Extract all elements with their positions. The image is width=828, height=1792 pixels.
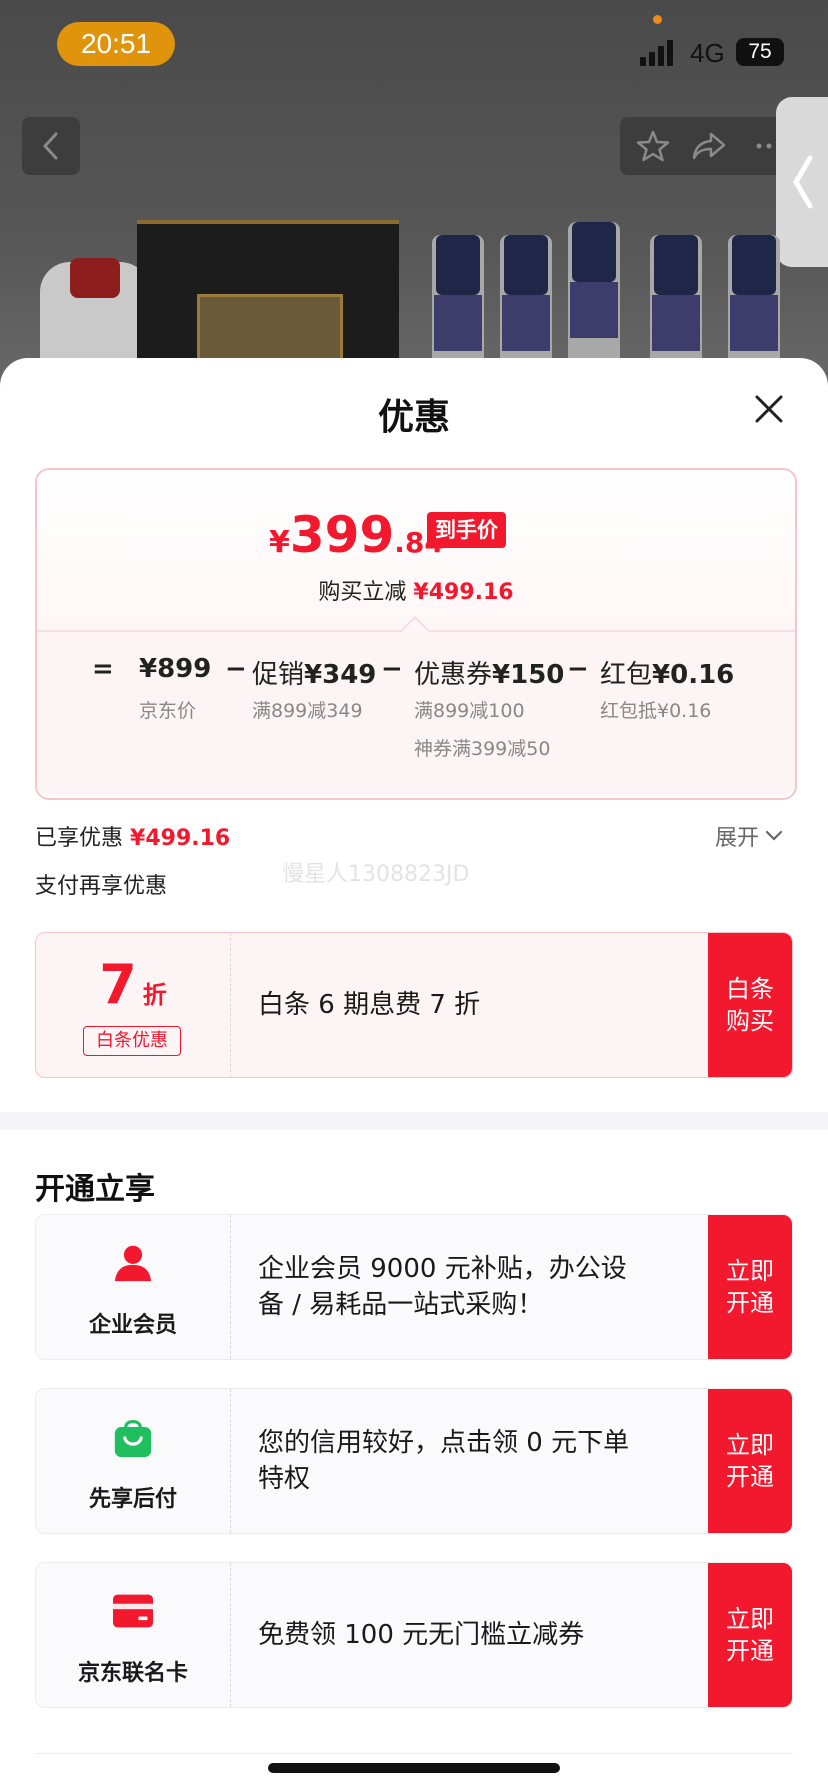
discount-value: 7折 xyxy=(99,953,167,1016)
enterprise-member-card[interactable]: 企业会员 企业会员 9000 元补贴，办公设备 / 易耗品一站式采购！ 立即开通 xyxy=(35,1214,793,1360)
final-price: ¥ 399 .84 xyxy=(269,506,444,564)
minus-sign: − xyxy=(567,654,589,684)
battery-indicator: 75 xyxy=(736,38,784,66)
reduce-amount: ¥499.16 xyxy=(413,580,514,605)
enjoyed-value: ¥499.16 xyxy=(130,826,231,851)
section-separator xyxy=(0,1112,828,1130)
watermark: 慢星人1308823JD xyxy=(282,862,470,887)
expand-label: 展开 xyxy=(715,826,760,851)
price-breakdown: = ¥899 京东价 − 促销¥349 满899减349 − 优惠券¥150 满… xyxy=(37,632,795,796)
open-now-button[interactable]: 立即开通 xyxy=(708,1215,792,1359)
offer-description: 您的信用较好，点击领 0 元下单特权 xyxy=(258,1428,630,1494)
offer-left: 京东联名卡 xyxy=(36,1563,231,1707)
final-price-integer: 399 xyxy=(289,506,395,564)
minus-sign: − xyxy=(381,654,403,684)
reduce-label: 购买立减 xyxy=(318,580,407,605)
divider xyxy=(35,1753,793,1754)
open-section-title: 开通立享 xyxy=(35,1172,155,1207)
offer-description: 企业会员 9000 元补贴，办公设备 / 易耗品一站式采购！ xyxy=(258,1254,627,1320)
offer-left: 先享后付 xyxy=(36,1389,231,1533)
person-icon xyxy=(113,1241,153,1285)
enjoyed-label: 已享优惠 xyxy=(35,826,124,851)
baitiao-offer-card[interactable]: 7折 白条优惠 白条 6 期息费 7 折 白条购买 xyxy=(35,932,793,1078)
enjoyed-discount: 已享优惠 ¥499.16 xyxy=(35,820,230,852)
final-price-tag: 到手价 xyxy=(427,512,506,548)
open-now-button[interactable]: 立即开通 xyxy=(708,1563,792,1707)
price-summary-card: ¥ 399 .84 到手价 购买立减 ¥499.16 = ¥899 京东价 − … xyxy=(35,468,797,800)
sheet-title: 优惠 xyxy=(377,397,450,438)
final-price-symbol: ¥ xyxy=(269,525,290,560)
privacy-indicator-dot xyxy=(653,15,662,24)
open-now-button[interactable]: 立即开通 xyxy=(708,1389,792,1533)
offer-name: 企业会员 xyxy=(88,1313,177,1338)
expand-toggle[interactable]: 展开 xyxy=(715,820,783,852)
pay-later-card[interactable]: 先享后付 您的信用较好，点击领 0 元下单特权 立即开通 xyxy=(35,1388,793,1534)
coupon-condition-extra: 神券满399减50 xyxy=(414,738,551,760)
offer-name: 先享后付 xyxy=(88,1487,177,1512)
side-drawer-handle[interactable] xyxy=(776,97,828,267)
signal-icon xyxy=(640,38,680,66)
jd-cobrand-card[interactable]: 京东联名卡 免费领 100 元无门槛立减券 立即开通 xyxy=(35,1562,793,1708)
discount-sheet: 优惠 ¥ 399 .84 到手价 购买立减 ¥499.16 = ¥899 京东价… xyxy=(0,358,828,1792)
jd-price-value: ¥899 xyxy=(139,654,212,684)
shopping-bag-icon xyxy=(113,1415,153,1459)
network-type: 4G xyxy=(690,38,725,68)
coupon-breakdown: 优惠券¥150 xyxy=(414,660,565,690)
chevron-left-icon xyxy=(793,155,813,209)
offer-left: 企业会员 xyxy=(36,1215,231,1359)
share-button[interactable] xyxy=(690,127,728,165)
chevron-down-icon xyxy=(765,830,783,841)
chevron-left-icon xyxy=(42,132,58,160)
promo-condition: 满899减349 xyxy=(252,700,363,722)
offer-description: 免费领 100 元无门槛立减券 xyxy=(258,1620,585,1650)
home-indicator[interactable] xyxy=(268,1763,560,1773)
equals-sign: = xyxy=(92,654,114,684)
product-page-background: 20:51 4G 75 xyxy=(0,0,828,410)
redpacket-breakdown: 红包¥0.16 xyxy=(600,660,735,690)
status-time: 20:51 xyxy=(57,22,175,66)
close-button[interactable] xyxy=(748,388,790,430)
discount-tag: 白条优惠 xyxy=(83,1026,181,1056)
favorite-button[interactable] xyxy=(634,127,672,165)
redpacket-condition: 红包抵¥0.16 xyxy=(600,700,712,722)
offer-name: 京东联名卡 xyxy=(77,1661,188,1686)
jd-price-label: 京东价 xyxy=(139,700,197,722)
star-icon xyxy=(636,130,670,162)
price-summary-top: ¥ 399 .84 到手价 购买立减 ¥499.16 xyxy=(37,470,795,630)
share-icon xyxy=(692,132,726,160)
card-icon xyxy=(113,1589,153,1633)
baitiao-buy-button[interactable]: 白条购买 xyxy=(708,933,792,1077)
close-icon xyxy=(755,395,783,423)
coupon-condition: 满899减100 xyxy=(414,700,525,722)
pay-more-label: 支付再享优惠 xyxy=(35,874,168,899)
promo-breakdown: 促销¥349 xyxy=(252,660,377,690)
minus-sign: − xyxy=(225,654,247,684)
offer-left: 7折 白条优惠 xyxy=(36,933,231,1077)
offer-description: 白条 6 期息费 7 折 xyxy=(258,990,481,1020)
purchase-reduction: 购买立减 ¥499.16 xyxy=(37,574,795,606)
back-button[interactable] xyxy=(22,117,80,175)
